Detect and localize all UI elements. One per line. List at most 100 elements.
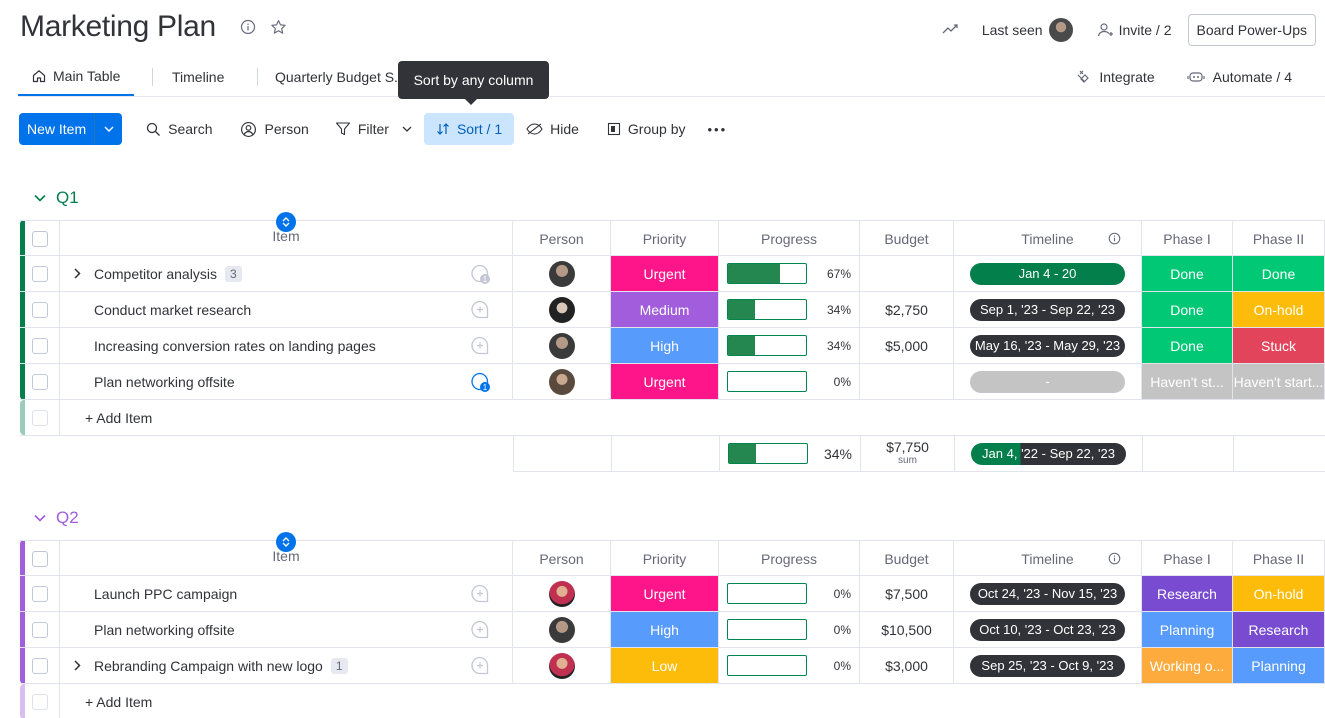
item-name-cell[interactable]: Increasing conversion rates on landing p…: [60, 328, 447, 363]
add-update-icon[interactable]: 1: [469, 263, 491, 285]
column-header-budget[interactable]: Budget: [860, 221, 954, 256]
timeline-cell[interactable]: Oct 24, '23 - Nov 15, '23: [954, 576, 1142, 611]
column-header-item[interactable]: Item: [60, 532, 513, 576]
group-name[interactable]: Q2: [56, 508, 79, 528]
progress-cell[interactable]: 0%: [719, 576, 860, 611]
row-checkbox[interactable]: [31, 657, 48, 674]
phase2-cell[interactable]: Haven't start...: [1233, 364, 1325, 399]
add-item-row[interactable]: + Add Item: [20, 684, 1325, 718]
column-header-budget[interactable]: Budget: [860, 541, 954, 576]
table-row[interactable]: Increasing conversion rates on landing p…: [20, 328, 1325, 364]
phase1-cell[interactable]: Done: [1142, 328, 1233, 363]
phase2-cell[interactable]: Planning: [1233, 648, 1325, 683]
row-select-cell[interactable]: [20, 648, 60, 683]
person-cell[interactable]: [513, 292, 611, 327]
tab-quarterly-budget[interactable]: Quarterly Budget S...: [275, 58, 406, 96]
new-item-dropdown[interactable]: [94, 113, 122, 145]
hide-button[interactable]: Hide: [520, 113, 585, 145]
phase2-cell[interactable]: On-hold: [1233, 576, 1325, 611]
chevron-down-icon[interactable]: [34, 514, 46, 522]
group-title-q2[interactable]: Q2: [34, 508, 79, 528]
add-item-row[interactable]: + Add Item: [20, 400, 1325, 436]
timeline-cell[interactable]: Sep 1, '23 - Sep 22, '23: [954, 292, 1142, 327]
avatar[interactable]: [548, 296, 575, 323]
item-name-cell[interactable]: Plan networking offsite: [60, 612, 447, 647]
item-name[interactable]: Launch PPC campaign: [94, 586, 237, 602]
avatar[interactable]: [548, 332, 575, 359]
progress-cell[interactable]: 0%: [719, 612, 860, 647]
table-row[interactable]: Rebranding Campaign with new logo 1 Low 0% $…: [20, 648, 1325, 684]
info-icon[interactable]: [240, 19, 256, 41]
person-cell[interactable]: [513, 364, 611, 399]
expand-subitems-icon[interactable]: [66, 268, 88, 279]
row-checkbox[interactable]: [31, 337, 48, 354]
updates-cell[interactable]: [447, 328, 513, 363]
priority-cell[interactable]: Urgent: [611, 364, 719, 399]
invite-button[interactable]: Invite / 2: [1097, 22, 1172, 38]
updates-cell[interactable]: [447, 612, 513, 647]
board-power-ups-button[interactable]: Board Power-Ups: [1187, 14, 1316, 46]
avatar[interactable]: [548, 368, 575, 395]
priority-cell[interactable]: Low: [611, 648, 719, 683]
row-checkbox[interactable]: [31, 301, 48, 318]
progress-cell[interactable]: 67%: [719, 256, 860, 291]
updates-cell[interactable]: [447, 648, 513, 683]
table-row[interactable]: Launch PPC campaign Urgent 0% $7,500 Oct 24,…: [20, 576, 1325, 612]
more-options-button[interactable]: •••: [702, 113, 734, 145]
table-row[interactable]: Plan networking offsite High 0% $10,500 Oct …: [20, 612, 1325, 648]
chevron-down-icon[interactable]: [402, 126, 412, 132]
table-row[interactable]: Competitor analysis 3 1 Urgent 67% Jan 4 - 20…: [20, 256, 1325, 292]
item-name-cell[interactable]: Plan networking offsite: [60, 364, 447, 399]
phase2-cell[interactable]: On-hold: [1233, 292, 1325, 327]
column-header-progress[interactable]: Progress: [719, 541, 860, 576]
row-select-cell[interactable]: [20, 576, 60, 611]
updates-cell[interactable]: [447, 292, 513, 327]
budget-cell[interactable]: $2,750: [860, 292, 954, 327]
add-item-label[interactable]: + Add Item: [85, 410, 152, 426]
tab-timeline[interactable]: Timeline: [172, 58, 224, 96]
person-cell[interactable]: [513, 612, 611, 647]
timeline-cell[interactable]: May 16, '23 - May 29, '23: [954, 328, 1142, 363]
avatar[interactable]: [548, 652, 575, 679]
priority-cell[interactable]: Urgent: [611, 576, 719, 611]
column-header-progress[interactable]: Progress: [719, 221, 860, 256]
item-name[interactable]: Plan networking offsite: [94, 374, 235, 390]
add-item-label[interactable]: + Add Item: [85, 694, 152, 710]
budget-cell[interactable]: $10,500: [860, 612, 954, 647]
progress-cell[interactable]: 34%: [719, 292, 860, 327]
phase1-cell[interactable]: Working o...: [1142, 648, 1233, 683]
new-item-button[interactable]: New Item: [19, 113, 123, 145]
avatar[interactable]: [548, 260, 575, 287]
phase1-cell[interactable]: Research: [1142, 576, 1233, 611]
timeline-cell[interactable]: -: [954, 364, 1142, 399]
info-icon[interactable]: [1108, 232, 1121, 245]
subitems-count-badge[interactable]: 3: [224, 265, 242, 282]
priority-cell[interactable]: Urgent: [611, 256, 719, 291]
chevron-down-icon[interactable]: [34, 194, 46, 202]
row-select-cell[interactable]: [20, 364, 60, 399]
priority-cell[interactable]: High: [611, 612, 719, 647]
column-header-item[interactable]: Item: [60, 212, 513, 256]
phase2-cell[interactable]: Done: [1233, 256, 1325, 291]
updates-cell[interactable]: 1: [447, 256, 513, 291]
budget-cell[interactable]: $7,500: [860, 576, 954, 611]
phase1-cell[interactable]: Done: [1142, 292, 1233, 327]
automate-button[interactable]: Automate / 4: [1187, 69, 1292, 85]
group-by-button[interactable]: Group by: [601, 113, 692, 145]
table-row[interactable]: Plan networking offsite 1 Urgent 0% - Haven't…: [20, 364, 1325, 400]
timeline-cell[interactable]: Oct 10, '23 - Oct 23, '23: [954, 612, 1142, 647]
item-name[interactable]: Conduct market research: [94, 302, 251, 318]
select-all-checkbox[interactable]: [31, 550, 48, 567]
column-header-phase1[interactable]: Phase I: [1142, 221, 1233, 256]
item-name[interactable]: Increasing conversion rates on landing p…: [94, 338, 376, 354]
avatar[interactable]: [548, 616, 575, 643]
phase2-cell[interactable]: Stuck: [1233, 328, 1325, 363]
timeline-cell[interactable]: Sep 25, '23 - Oct 9, '23: [954, 648, 1142, 683]
person-cell[interactable]: [513, 576, 611, 611]
column-header-timeline[interactable]: Timeline: [954, 221, 1142, 256]
add-update-icon[interactable]: 1: [469, 371, 491, 393]
priority-cell[interactable]: Medium: [611, 292, 719, 327]
add-item-cell[interactable]: + Add Item: [60, 684, 1325, 718]
sort-indicator-icon[interactable]: [276, 532, 296, 552]
column-header-person[interactable]: Person: [513, 541, 611, 576]
